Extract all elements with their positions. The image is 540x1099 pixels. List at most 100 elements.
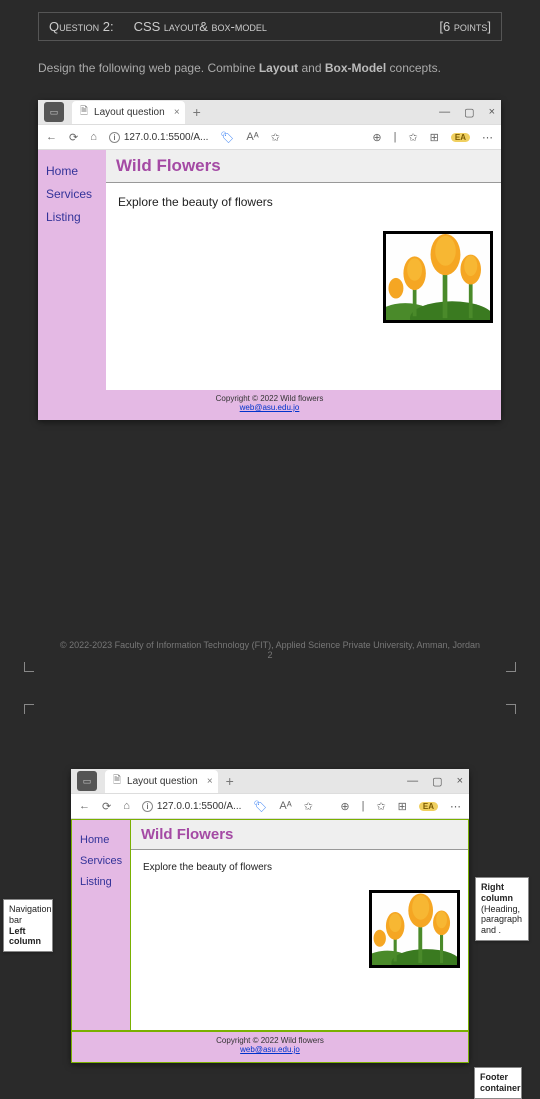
refresh-icon: ⟳ (102, 800, 111, 813)
page: Home Services Listing Wild Flowers Explo… (38, 150, 501, 420)
home-icon: ⌂ (90, 131, 97, 143)
tag-icon: 🏷 (220, 131, 234, 144)
url-box: i 127.0.0.1:5500/A... (109, 132, 209, 143)
browser-mockup-2: ▭ 🗎 Layout question × + — ▢ × ← ⟳ ⌂ i 12… (71, 769, 469, 1063)
info-icon: i (142, 801, 153, 812)
intro-bold-1: Layout (259, 61, 298, 75)
right-column: Wild Flowers Explore the beauty of flowe… (106, 150, 501, 390)
content-paragraph-2: Explore the beauty of flowers (143, 862, 456, 873)
question-header-left: Question 2: CSS layout& box-model (49, 19, 267, 34)
profile-badge: EA (451, 133, 470, 142)
footer-copyright: Copyright © 2022 Wild flowers (216, 394, 324, 403)
content-area-2: Explore the beauty of flowers (131, 850, 468, 1030)
intro-post: concepts. (386, 61, 441, 75)
nav-listing: Listing (46, 206, 98, 229)
new-tab-icon: + (226, 773, 234, 789)
extensions-icon: ⊕ (372, 131, 381, 144)
titlebar: ▭ 🗎 Layout question × + — ▢ × (38, 100, 501, 124)
window-buttons: — ▢ × (439, 106, 495, 119)
page-heading-2: Wild Flowers (131, 820, 468, 850)
flower-image-2 (369, 890, 460, 968)
tab-title-2: Layout question (127, 776, 198, 787)
callout-left-l1: Navigation bar (9, 904, 52, 925)
new-tab-icon: + (193, 104, 201, 120)
minimize-icon: — (407, 775, 418, 788)
favorites-icon: ✩ (408, 131, 417, 144)
separator: | (394, 131, 397, 143)
callout-right-column: Right column (Heading, paragraph and . (475, 877, 529, 941)
url-text: 127.0.0.1:5500/A... (124, 132, 209, 143)
favorite-icon: ✩ (271, 131, 280, 144)
question-header: Question 2: CSS layout& box-model [6 poi… (38, 12, 502, 41)
footer-link-2: web@asu.edu.jo (240, 1045, 300, 1054)
nav-column: Home Services Listing (38, 150, 106, 390)
nav-services-2: Services (80, 851, 122, 872)
address-bar-2: ← ⟳ ⌂ i 127.0.0.1:5500/A... 🏷 Aᴬ ✩ ⊕ | ✩… (71, 793, 469, 819)
page-body-2: Home Services Listing Wild Flowers Explo… (71, 819, 469, 1031)
nav-listing-2: Listing (80, 872, 122, 893)
favorite-icon: ✩ (304, 800, 313, 813)
page-body: Home Services Listing Wild Flowers Explo… (38, 150, 501, 390)
close-window-icon: × (457, 775, 463, 788)
favorites-icon: ✩ (376, 800, 385, 813)
footer-link: web@asu.edu.jo (240, 403, 300, 412)
page-number: 2 (0, 650, 540, 660)
callout-footer: Footer container (474, 1067, 522, 1099)
right-column-2: Wild Flowers Explore the beauty of flowe… (130, 820, 468, 1030)
tab-title: Layout question (94, 107, 165, 118)
extensions-icon: ⊕ (340, 800, 349, 813)
text-size-icon: Aᴬ (246, 131, 258, 143)
page-2: Home Services Listing Wild Flowers Explo… (71, 819, 469, 1063)
page-heading: Wild Flowers (106, 150, 501, 183)
intro-bold-2: Box-Model (325, 61, 386, 75)
tabs-overview-icon: ▭ (44, 102, 64, 122)
url-text-2: 127.0.0.1:5500/A... (157, 801, 242, 812)
maximize-icon: ▢ (432, 775, 442, 788)
window-buttons-2: — ▢ × (407, 775, 463, 788)
intro-pre: Design the following web page. Combine (38, 61, 259, 75)
home-icon: ⌂ (123, 800, 130, 812)
document-footer: © 2022-2023 Faculty of Information Techn… (0, 640, 540, 660)
profile-badge-2: EA (419, 802, 438, 811)
page-corner-bottom (24, 662, 516, 672)
browser-tab-2: 🗎 Layout question × (105, 770, 218, 793)
question-topic: CSS layout& box-model (134, 19, 267, 34)
document-icon: 🗎 (113, 773, 121, 790)
page-corner-top-2 (24, 704, 516, 714)
callout-left-l2: Left column (9, 926, 41, 947)
maximize-icon: ▢ (464, 106, 474, 119)
content-paragraph: Explore the beauty of flowers (118, 195, 489, 209)
nav-home-2: Home (80, 830, 122, 851)
collections-icon: ⊞ (430, 131, 439, 144)
page-footer-2: Copyright © 2022 Wild flowers web@asu.ed… (71, 1031, 469, 1063)
intro-text: Design the following web page. Combine L… (38, 61, 502, 75)
page-footer: Copyright © 2022 Wild flowers web@asu.ed… (38, 390, 501, 420)
collections-icon: ⊞ (398, 800, 407, 813)
footer-copyright-2: Copyright © 2022 Wild flowers (216, 1036, 324, 1045)
question-number: Question 2: (49, 19, 114, 34)
tag-icon: 🏷 (253, 800, 267, 813)
flower-image (383, 231, 493, 323)
browser-tab: 🗎 Layout question × (72, 101, 185, 124)
callout-left-column: Navigation bar Left column (3, 899, 53, 952)
address-bar: ← ⟳ ⌂ i 127.0.0.1:5500/A... 🏷 Aᴬ ✩ ⊕ | ✩… (38, 124, 501, 150)
nav-column-2: Home Services Listing (72, 820, 130, 1030)
browser-mockup-1: ▭ 🗎 Layout question × + — ▢ × ← ⟳ ⌂ i 12… (38, 100, 501, 420)
close-tab-icon: × (207, 776, 213, 787)
flower-svg (386, 234, 490, 320)
text-size-icon: Aᴬ (279, 800, 291, 812)
content-area: Explore the beauty of flowers (106, 183, 501, 390)
callout-right-l1: Right column (481, 882, 513, 903)
intro-mid: and (298, 61, 325, 75)
more-icon: ⋯ (482, 131, 493, 144)
info-icon: i (109, 132, 120, 143)
flower-svg (372, 893, 457, 965)
callout-footer-l1: Footer container (480, 1072, 521, 1093)
separator: | (362, 800, 365, 812)
back-icon: ← (79, 800, 90, 812)
document-icon: 🗎 (80, 104, 88, 121)
tabs-overview-icon: ▭ (77, 771, 97, 791)
question-points: [6 points] (439, 19, 491, 34)
back-icon: ← (46, 131, 57, 143)
more-icon: ⋯ (450, 800, 461, 813)
